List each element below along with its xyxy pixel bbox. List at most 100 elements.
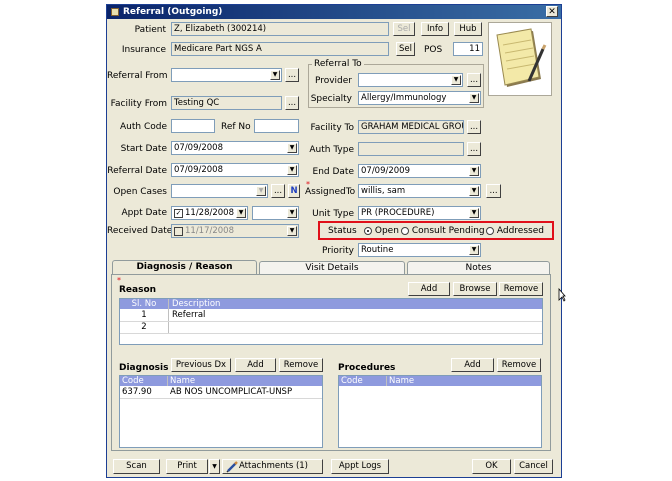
assigned-to-browse-button[interactable]: ... <box>486 184 501 198</box>
chevron-down-icon[interactable]: ▼ <box>469 186 479 196</box>
auth-code-field[interactable] <box>171 119 215 133</box>
status-consult-pending-radio[interactable]: Consult Pending <box>401 225 485 237</box>
insurance-sel-button[interactable]: Sel <box>396 42 415 56</box>
diagnosis-remove-button[interactable]: Remove <box>279 358 323 372</box>
referral-from-label: Referral From <box>107 71 168 81</box>
specialty-field[interactable]: Allergy/Immunology ▼ <box>358 91 481 105</box>
close-button[interactable]: ✕ <box>546 6 558 17</box>
provider-browse-button[interactable]: ... <box>467 73 481 87</box>
auth-type-browse-button[interactable]: ... <box>467 142 481 156</box>
ok-button[interactable]: OK <box>472 459 511 474</box>
start-date-label: Start Date <box>120 144 167 154</box>
print-button[interactable]: Print <box>166 459 208 474</box>
received-date-checkbox[interactable] <box>174 227 183 236</box>
chevron-down-icon[interactable]: ▼ <box>469 245 479 255</box>
chevron-down-icon[interactable]: ▼ <box>236 208 246 218</box>
appt-date-checkbox[interactable]: ✓ <box>174 209 183 218</box>
start-date-field[interactable]: 07/09/2008 ▼ <box>171 141 299 155</box>
appt-logs-button[interactable]: Appt Logs <box>331 459 389 474</box>
radio-selected-icon[interactable] <box>364 226 372 235</box>
received-date-value: 11/17/2008 <box>185 226 234 236</box>
chevron-down-icon[interactable]: ▼ <box>270 70 280 80</box>
diagnosis-row-divider <box>120 398 322 399</box>
pos-field[interactable]: 11 <box>453 42 483 56</box>
facility-to-label: Facility To <box>310 123 354 133</box>
status-addressed-radio[interactable]: Addressed <box>486 225 544 237</box>
open-cases-field[interactable]: ▼ <box>171 184 268 198</box>
chevron-down-icon[interactable]: ▼ <box>451 75 461 85</box>
priority-field[interactable]: Routine ▼ <box>358 243 481 257</box>
reason-browse-button[interactable]: Browse <box>453 282 497 296</box>
ref-no-field[interactable] <box>254 119 299 133</box>
radio-icon[interactable] <box>486 226 494 235</box>
radio-icon[interactable] <box>401 226 409 235</box>
reason-row-1-desc[interactable]: Referral <box>172 310 205 321</box>
chevron-down-icon[interactable]: ▼ <box>287 226 297 236</box>
appt-time-field[interactable]: ▼ <box>252 206 299 220</box>
reason-add-button[interactable]: Add <box>408 282 450 296</box>
previous-dx-button[interactable]: Previous Dx <box>171 358 231 372</box>
diagnosis-row-1-code[interactable]: 637.90 <box>122 387 152 398</box>
assigned-to-field[interactable]: willis, sam ▼ <box>358 184 481 198</box>
reason-row-2-no[interactable]: 2 <box>120 322 168 333</box>
chevron-down-icon[interactable]: ▼ <box>256 186 266 196</box>
reason-col-divider <box>168 299 169 333</box>
tab-notes[interactable]: Notes <box>407 261 550 274</box>
chevron-down-icon[interactable]: ▼ <box>469 208 479 218</box>
status-open-radio[interactable]: Open <box>364 225 399 237</box>
end-date-field[interactable]: 07/09/2009 ▼ <box>358 164 481 178</box>
attachments-button[interactable]: Attachments (1) <box>222 459 323 474</box>
tab-visit-details[interactable]: Visit Details <box>259 261 405 274</box>
print-dropdown-button[interactable]: ▼ <box>209 459 220 474</box>
title-bar[interactable]: Referral (Outgoing) ✕ <box>107 5 561 19</box>
open-cases-label: Open Cases <box>113 187 167 197</box>
appt-date-value: 11/28/2008 <box>185 208 234 218</box>
end-date-value: 07/09/2009 <box>361 166 410 176</box>
received-date-label: Received Date <box>107 226 173 236</box>
procedures-remove-button[interactable]: Remove <box>497 358 541 372</box>
status-addressed-label: Addressed <box>496 226 544 236</box>
facility-to-browse-button[interactable]: ... <box>467 120 481 134</box>
chevron-down-icon[interactable]: ▼ <box>469 166 479 176</box>
assigned-to-label: AssignedTo <box>305 187 356 197</box>
diagnosis-add-button[interactable]: Add <box>235 358 276 372</box>
status-consult-pending-label: Consult Pending <box>411 226 485 236</box>
chevron-down-icon[interactable]: ▼ <box>287 143 297 153</box>
diagnosis-col-name: Name <box>170 376 196 386</box>
attachments-label: Attachments (1) <box>239 461 309 471</box>
chevron-down-icon[interactable]: ▼ <box>469 93 479 103</box>
diagnosis-row-1-name[interactable]: AB NOS UNCOMPLICAT-UNSP <box>170 387 292 398</box>
provider-field[interactable]: ▼ <box>358 73 463 87</box>
procedures-add-button[interactable]: Add <box>451 358 494 372</box>
unit-type-value: PR (PROCEDURE) <box>361 208 435 218</box>
notepad-icon[interactable] <box>488 22 552 96</box>
chevron-down-icon[interactable]: ▼ <box>287 165 297 175</box>
facility-from-browse-button[interactable]: ... <box>285 96 299 110</box>
reason-col-description: Description <box>172 299 221 309</box>
cancel-button[interactable]: Cancel <box>514 459 553 474</box>
facility-from-label: Facility From <box>110 99 167 109</box>
scan-button[interactable]: Scan <box>113 459 160 474</box>
reason-row-1-no[interactable]: 1 <box>120 310 168 321</box>
hub-button[interactable]: Hub <box>454 22 482 36</box>
referral-from-browse-button[interactable]: ... <box>285 68 299 82</box>
patient-sel-button[interactable]: Sel <box>393 22 415 36</box>
assigned-to-value: willis, sam <box>361 186 406 196</box>
window-icon <box>111 8 119 16</box>
info-button[interactable]: Info <box>421 22 449 36</box>
referral-from-field[interactable]: ▼ <box>171 68 282 82</box>
procedures-grid-header <box>339 376 541 386</box>
auth-type-label: Auth Type <box>309 145 354 155</box>
received-date-field[interactable]: 11/17/2008 ▼ <box>171 224 299 238</box>
referral-date-field[interactable]: 07/09/2008 ▼ <box>171 163 299 177</box>
reason-remove-button[interactable]: Remove <box>499 282 543 296</box>
procedures-title: Procedures <box>338 363 396 373</box>
tab-diagnosis-reason[interactable]: Diagnosis / Reason <box>112 260 257 275</box>
chevron-down-icon[interactable]: ▼ <box>287 208 297 218</box>
new-case-button[interactable]: N <box>288 184 300 198</box>
open-cases-browse-button[interactable]: ... <box>271 184 285 198</box>
unit-type-field[interactable]: PR (PROCEDURE) ▼ <box>358 206 481 220</box>
patient-label: Patient <box>134 25 166 35</box>
appt-date-field[interactable]: ✓ 11/28/2008 ▼ <box>171 206 248 220</box>
specialty-value: Allergy/Immunology <box>361 93 447 103</box>
